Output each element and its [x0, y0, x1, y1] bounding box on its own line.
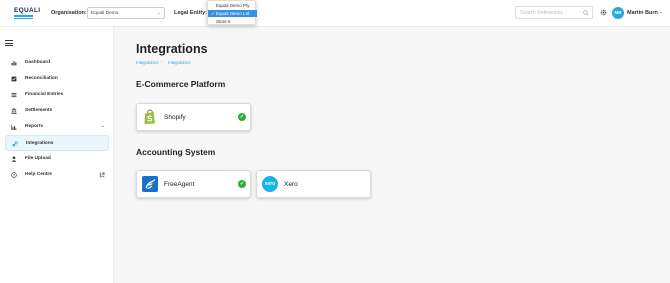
top-header: EQUALI Organisation: Equali Demo ⌄ Legal…: [0, 0, 670, 27]
organisation-value: Equali Demo: [91, 11, 119, 16]
legal-entity-label: Legal Entity:: [174, 10, 208, 16]
xero-icon: xero: [262, 176, 278, 192]
sidebar-item-settlements[interactable]: Settlements: [5, 104, 109, 118]
bank-icon: [11, 108, 17, 114]
gear-icon[interactable]: [600, 9, 607, 16]
sidebar-item-financial-entries[interactable]: Financial Entries: [5, 88, 109, 102]
integration-card-xero[interactable]: xero Xero: [256, 170, 371, 198]
upload-icon: [11, 156, 17, 162]
sidebar-item-reconciliation[interactable]: Reconciliation: [5, 72, 109, 86]
logo-text: EQUALI: [14, 7, 41, 14]
search-icon: [583, 10, 589, 16]
main-content: Integrations Integrations › Integrations…: [114, 27, 670, 283]
sidebar-item-label: Reports: [25, 124, 44, 129]
user-menu-chevron-icon[interactable]: ⌄: [659, 9, 663, 15]
sidebar-item-label: Settlements: [25, 108, 53, 113]
sidebar-item-dashboard[interactable]: Dashboard: [5, 56, 109, 70]
organisation-select[interactable]: Equali Demo ⌄: [87, 7, 165, 19]
legal-entity-dropdown[interactable]: Equali Demo Pty ✓ Equali Demo Ltd Store …: [207, 0, 257, 25]
section-title-accounting: Accounting System: [136, 147, 216, 157]
sidebar-item-label: Financial Entries: [25, 92, 64, 97]
sidebar-item-label: Reconciliation: [25, 76, 58, 81]
page-title: Integrations: [136, 42, 208, 56]
app-logo[interactable]: EQUALI: [14, 7, 41, 19]
section-title-ecommerce: E-Commerce Platform: [136, 79, 226, 89]
freeagent-icon: [142, 176, 158, 192]
list-icon: [11, 92, 17, 98]
hamburger-menu-icon[interactable]: [5, 40, 13, 48]
search-input[interactable]: Search References: [515, 6, 593, 19]
sidebar-item-integrations[interactable]: Integrations: [5, 135, 109, 151]
chevron-down-icon: ⌄: [100, 123, 105, 129]
integration-card-shopify[interactable]: S Shopify ✓: [136, 103, 251, 131]
sidebar-item-label: Help Centre: [25, 172, 52, 177]
help-icon: ?: [11, 172, 17, 178]
checkbox-icon: [11, 76, 17, 82]
organisation-label: Organisation:: [51, 10, 87, 16]
sidebar: Dashboard Reconciliation Financial Entri…: [0, 27, 114, 283]
legal-entity-option[interactable]: Store 6: [208, 18, 257, 25]
checkmark-icon: ✓: [211, 11, 215, 16]
bar-chart-icon: [11, 61, 17, 66]
shopify-icon: S: [144, 109, 155, 124]
chevron-down-icon: ⌄: [156, 10, 161, 16]
search-placeholder: Search References: [520, 10, 563, 16]
legal-entity-option[interactable]: Equali Demo Pty: [208, 2, 257, 9]
user-name[interactable]: Martin Burn: [627, 10, 658, 16]
sidebar-item-label: Integrations: [26, 141, 54, 146]
sidebar-item-help-centre[interactable]: ? Help Centre: [5, 168, 109, 182]
integration-card-label: Shopify: [164, 114, 186, 121]
integration-card-label: FreeAgent: [164, 181, 195, 188]
breadcrumb-separator: ›: [161, 59, 163, 64]
svg-text:S: S: [147, 115, 153, 124]
connected-check-icon: ✓: [238, 180, 246, 188]
integration-card-label: Xero: [284, 181, 298, 188]
connected-check-icon: ✓: [238, 113, 246, 121]
legal-entity-option-selected[interactable]: ✓ Equali Demo Ltd: [208, 10, 257, 17]
integrations-icon: [12, 141, 18, 147]
sidebar-item-label: File Upload: [25, 156, 51, 161]
breadcrumb-item[interactable]: Integrations: [136, 60, 158, 65]
external-link-icon: [99, 172, 105, 178]
svg-text:?: ?: [13, 173, 15, 177]
integration-card-freeagent[interactable]: FreeAgent ✓: [136, 170, 251, 198]
reports-chart-icon: [11, 124, 17, 130]
avatar[interactable]: MB: [612, 7, 624, 19]
logo-underline: [14, 15, 33, 17]
sidebar-item-file-upload[interactable]: File Upload: [5, 152, 109, 166]
sidebar-item-reports[interactable]: Reports ⌄: [5, 120, 109, 134]
breadcrumb-item[interactable]: Integrations: [168, 60, 190, 65]
logo-underline-thin: [14, 18, 33, 19]
sidebar-item-label: Dashboard: [25, 60, 51, 65]
